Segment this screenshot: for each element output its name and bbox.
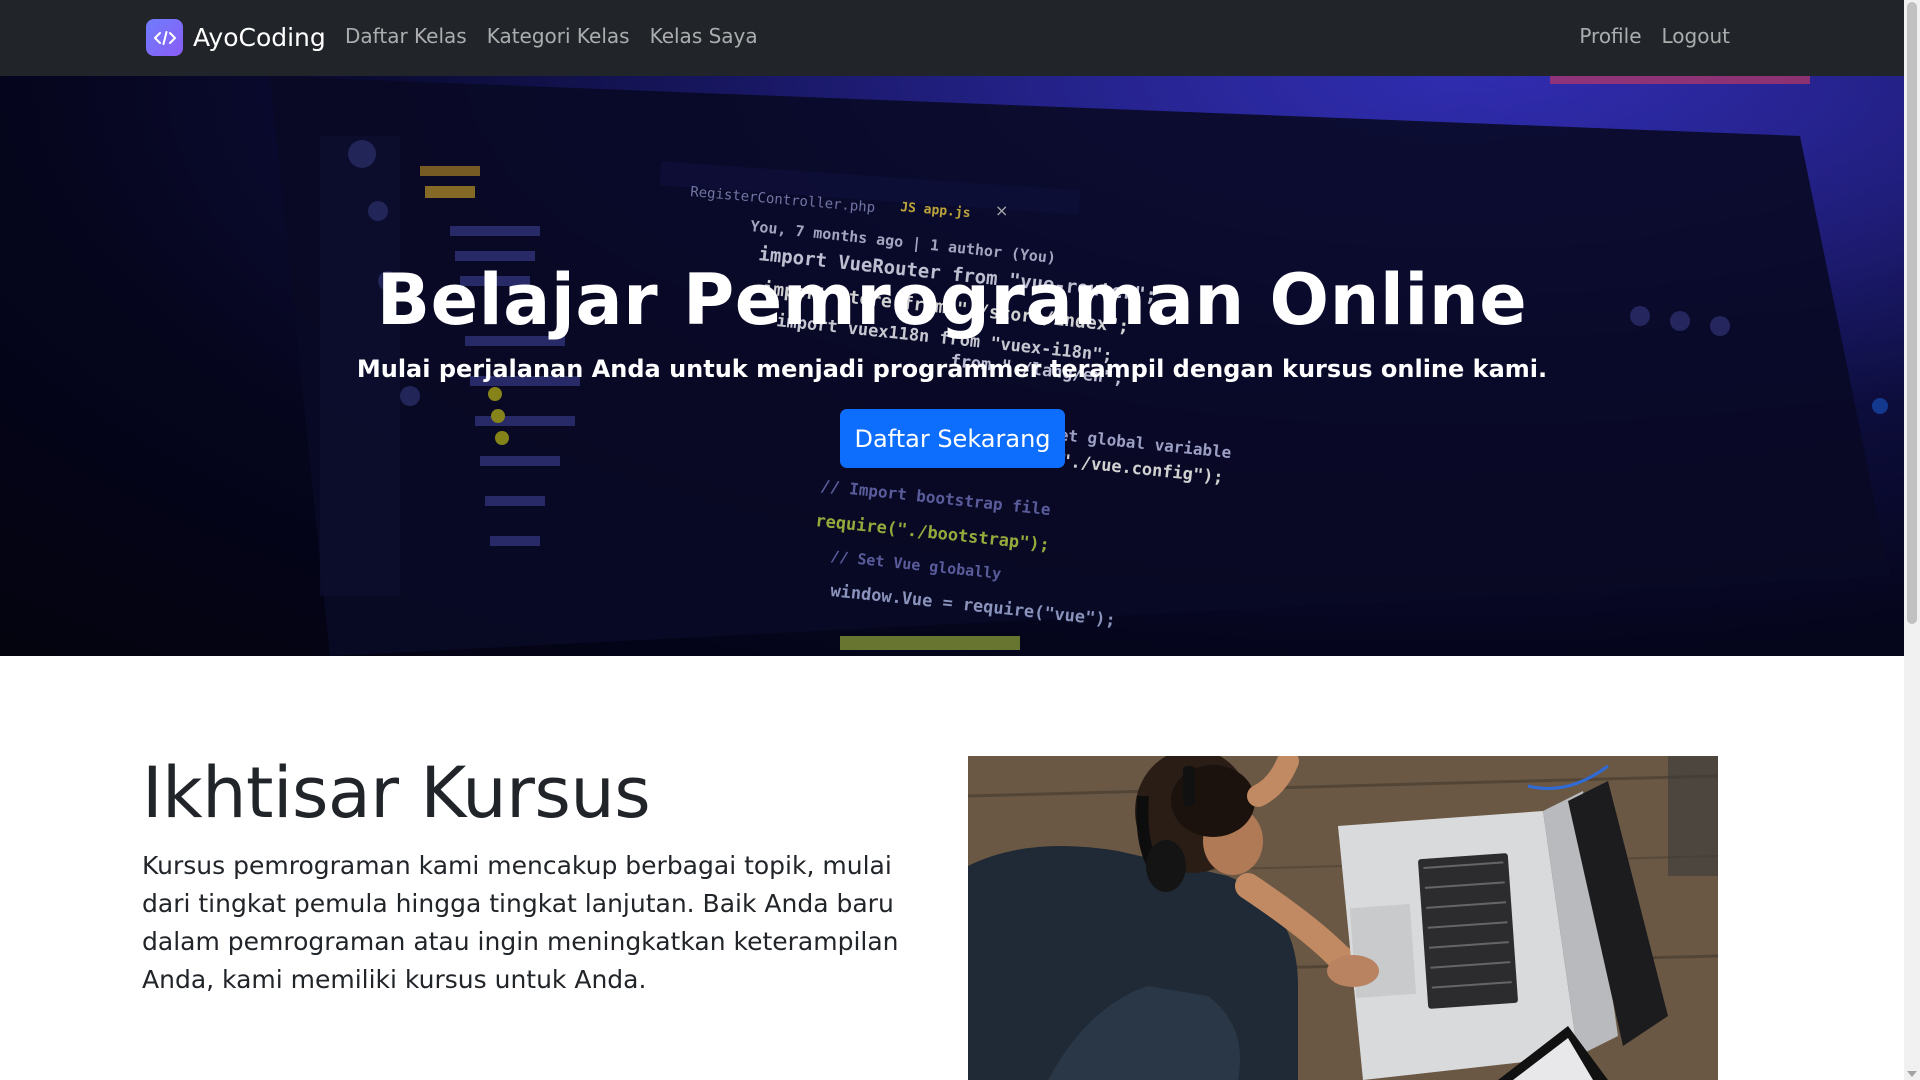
nav-kategori-kelas[interactable]: Kategori Kelas [487, 24, 630, 48]
daftar-sekarang-button[interactable]: Daftar Sekarang [840, 409, 1065, 468]
nav-kelas-saya[interactable]: Kelas Saya [650, 24, 758, 48]
overview-title: Ikhtisar Kursus [142, 752, 651, 834]
scroll-down-arrow-icon[interactable] [1907, 1071, 1917, 1077]
hero-title: Belajar Pemrograman Online [376, 259, 1528, 341]
brand-name: AyoCoding [193, 23, 326, 52]
hero-subtitle: Mulai perjalanan Anda untuk menjadi prog… [356, 355, 1548, 383]
overview-description: Kursus pemrograman kami mencakup berbaga… [142, 851, 899, 994]
nav-main-links: Daftar Kelas Kategori Kelas Kelas Saya [345, 24, 758, 48]
hero-section: RegisterController.php JS app.js × You, … [0, 76, 1904, 656]
nav-profile[interactable]: Profile [1579, 24, 1641, 48]
nav-daftar-kelas[interactable]: Daftar Kelas [345, 24, 467, 48]
code-icon [146, 19, 183, 56]
navbar: AyoCoding Daftar Kelas Kategori Kelas Ke… [0, 0, 1904, 76]
brand-link[interactable]: AyoCoding [146, 19, 326, 56]
page-scrollbar[interactable] [1904, 0, 1920, 1080]
nav-user-links: Profile Logout [1579, 24, 1730, 48]
programmer-laptop-image [968, 756, 1718, 1080]
scrollbar-thumb[interactable] [1907, 2, 1917, 624]
nav-logout[interactable]: Logout [1662, 24, 1730, 48]
